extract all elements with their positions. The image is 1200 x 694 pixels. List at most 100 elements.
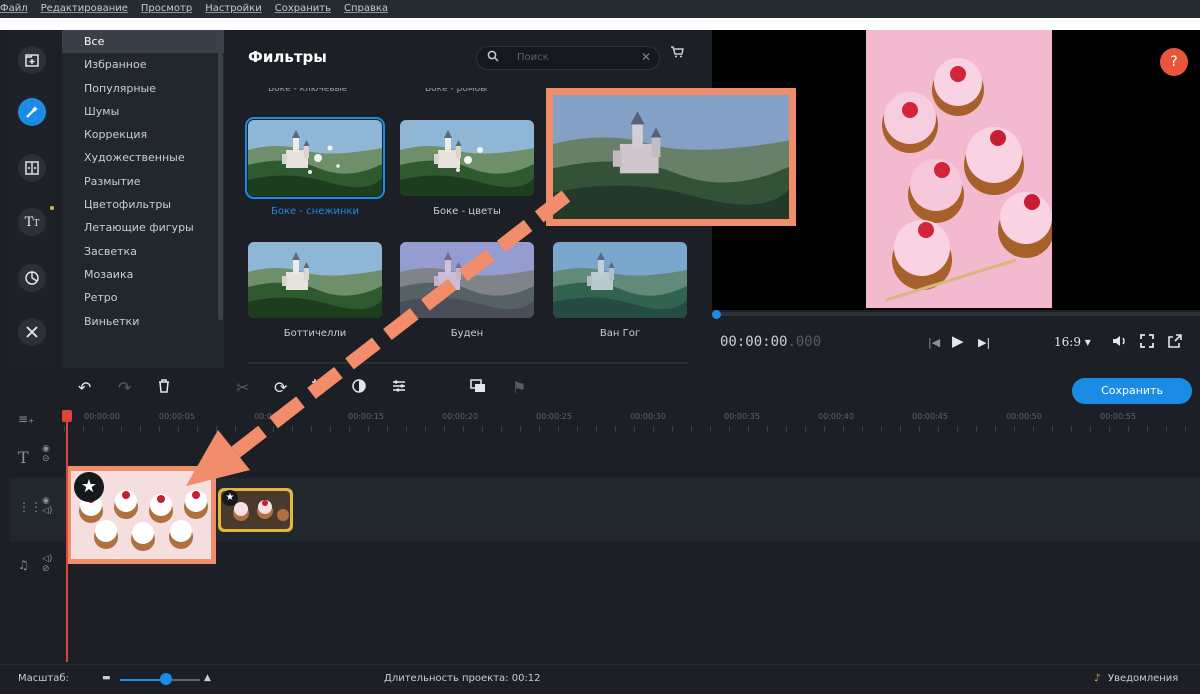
ruler-tick: 00:00:20 [442, 412, 478, 421]
preview-seekbar[interactable] [712, 312, 1200, 316]
seekbar-handle[interactable] [712, 310, 721, 319]
category-all[interactable]: Все [62, 30, 224, 54]
menu-save[interactable]: Сохранить [275, 0, 331, 18]
timecode-main: 00:00:00 [720, 334, 788, 350]
category-artistic[interactable]: Художественные [62, 146, 224, 169]
cut-icon[interactable]: ✂ [236, 378, 249, 397]
category-favorites[interactable]: Избранное [62, 53, 224, 76]
filter-label-boudin: Буден [450, 328, 484, 339]
category-mosaic[interactable]: Мозаика [62, 263, 224, 286]
filter-thumb-bokeh-snowflakes[interactable] [245, 117, 385, 199]
fullscreen-icon[interactable] [1140, 334, 1154, 352]
ruler-tick: 00:00:45 [912, 412, 948, 421]
status-bar: Масштаб: ▬ ▲ Длительность проекта: 00:12… [0, 664, 1200, 694]
filter-thumb-botticelli[interactable] [248, 242, 382, 318]
category-flying-shapes[interactable]: Летающие фигуры [62, 216, 224, 239]
player-controls: 00:00:00.000 |◀ ▶ ▶| 16:9 ▾ [712, 320, 1200, 368]
filter-preview-callout [546, 88, 796, 226]
redo-icon[interactable]: ↷ [118, 378, 131, 397]
new-indicator-dot [50, 206, 54, 210]
zoom-in-icon[interactable]: ▲ [204, 673, 211, 683]
marker-flag-icon[interactable]: ⚑ [512, 378, 526, 397]
play-icon[interactable]: ▶ [952, 332, 964, 350]
timeline-toolbar: ↶ ↷ ✂ ⟳ ⚑ Сохранить [0, 368, 1200, 408]
timecode: 00:00:00.000 [720, 334, 821, 350]
skip-back-icon[interactable]: |◀ [928, 336, 940, 349]
category-correction[interactable]: Коррекция [62, 123, 224, 146]
category-list: Все Избранное Популярные Шумы Коррекция … [62, 30, 224, 368]
menu-bar: Файл Редактирование Просмотр Настройки С… [0, 0, 1200, 30]
ruler-ticks [64, 426, 1200, 432]
scale-label: Масштаб: [18, 673, 69, 684]
track-visibility-icon[interactable]: ◉ ⊝ [42, 444, 96, 464]
category-scrollbar[interactable] [218, 30, 223, 320]
filter-thumb-bokeh-flowers[interactable] [400, 120, 534, 196]
category-vignettes[interactable]: Виньетки [62, 310, 224, 333]
timeline-ruler[interactable]: 00:00:00 00:00:05 00:00:10 00:00:15 00:0… [64, 408, 1200, 436]
more-tools-icon[interactable] [18, 318, 46, 346]
category-retro[interactable]: Ретро [62, 286, 224, 309]
category-color-filters[interactable]: Цветофильтры [62, 193, 224, 216]
next-row-edge [248, 362, 688, 364]
clip-star-icon: ★ [222, 490, 238, 506]
ruler-tick: 00:00:05 [159, 412, 195, 421]
filter-label-bokeh-flowers: Боке - цветы [433, 206, 501, 217]
preview-frame-cupcakes [866, 30, 1052, 308]
detach-preview-icon[interactable] [1168, 334, 1182, 352]
playhead-handle[interactable] [62, 410, 72, 422]
category-popular[interactable]: Популярные [62, 77, 224, 100]
help-button[interactable]: ? [1160, 48, 1188, 76]
import-icon[interactable] [18, 46, 46, 74]
timeline-empty-area[interactable] [10, 592, 1200, 662]
ruler-tick: 00:00:40 [818, 412, 854, 421]
delete-icon[interactable] [158, 378, 170, 397]
volume-icon[interactable] [1112, 334, 1128, 352]
ruler-tick: 00:00:00 [84, 412, 120, 421]
menu-settings[interactable]: Настройки [205, 0, 261, 18]
search-input[interactable]: Поиск ✕ [476, 46, 660, 70]
add-track-icon[interactable]: ≡₊ [18, 412, 34, 426]
filters-icon[interactable] [18, 98, 46, 126]
menu-view[interactable]: Просмотр [141, 0, 192, 18]
clear-search-icon[interactable]: ✕ [641, 50, 651, 64]
menu-help[interactable]: Справка [344, 0, 388, 18]
overlay-icon[interactable] [470, 378, 486, 397]
menu-file[interactable]: Файл [0, 0, 28, 18]
category-blur[interactable]: Размытие [62, 170, 224, 193]
ruler-tick: 00:00:30 [630, 412, 666, 421]
menu-edit[interactable]: Редактирование [41, 0, 128, 18]
save-button[interactable]: Сохранить [1072, 378, 1192, 404]
undo-icon[interactable]: ↶ [78, 378, 91, 397]
ruler-tick: 00:00:25 [536, 412, 572, 421]
filter-thumb-van-gogh[interactable] [553, 242, 687, 318]
search-placeholder: Поиск [517, 52, 549, 63]
filter-label-botticelli: Боттичелли [283, 328, 347, 339]
filter-label-cut: Боке - ромбы [425, 88, 488, 94]
zoom-out-icon[interactable]: ▬ [102, 673, 111, 683]
ruler-tick: 00:00:50 [1006, 412, 1042, 421]
ruler-tick: 00:00:55 [1100, 412, 1136, 421]
clip-properties-icon[interactable] [392, 378, 406, 397]
filters-title: Фильтры [248, 48, 327, 66]
zoom-slider-handle[interactable] [160, 673, 172, 685]
filter-thumb-boudin[interactable] [400, 242, 534, 318]
bell-icon[interactable]: ♪ [1094, 673, 1100, 684]
category-light-leaks[interactable]: Засветка [62, 240, 224, 263]
aspect-ratio-select[interactable]: 16:9 ▾ [1054, 335, 1091, 349]
search-icon [487, 50, 499, 65]
notifications-link[interactable]: Уведомления [1108, 673, 1178, 684]
store-cart-icon[interactable] [670, 46, 684, 61]
filter-label-cut: Боке - ключевые [268, 88, 348, 94]
titles-icon[interactable]: TT [18, 208, 46, 236]
ruler-tick: 00:00:15 [348, 412, 384, 421]
timecode-ms: .000 [787, 334, 822, 350]
crop-icon[interactable] [312, 378, 326, 397]
rotate-icon[interactable]: ⟳ [274, 378, 287, 397]
skip-forward-icon[interactable]: ▶| [978, 336, 990, 349]
ruler-tick: 00:00:10 [254, 412, 290, 421]
playhead[interactable] [66, 412, 68, 662]
stickers-icon[interactable] [18, 264, 46, 292]
color-adjust-icon[interactable] [352, 378, 366, 397]
category-noise[interactable]: Шумы [62, 100, 224, 123]
transitions-icon[interactable] [18, 154, 46, 182]
